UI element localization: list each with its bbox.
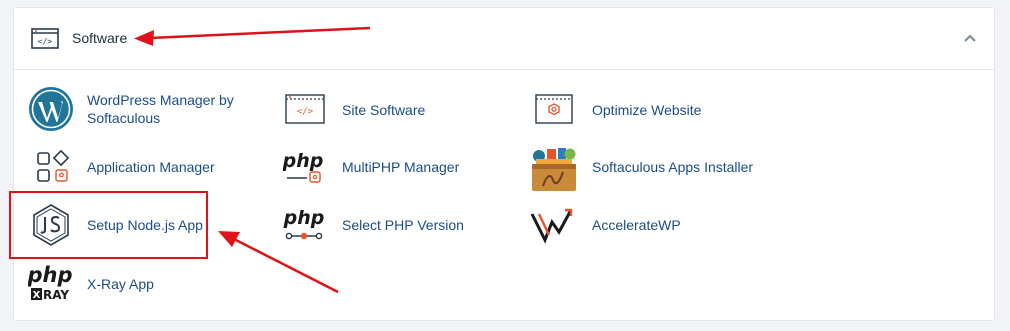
chevron-up-icon[interactable] <box>962 30 978 46</box>
php-gear-icon: php <box>283 150 323 183</box>
item-label-line2: Softaculous <box>87 110 161 126</box>
item-label: AccelerateWP <box>592 217 681 233</box>
item-select-php-version[interactable]: php Select PHP Version <box>283 202 483 248</box>
app-grid-icon <box>37 149 70 182</box>
item-optimize-website[interactable]: Optimize Website <box>533 86 733 132</box>
code-window-icon: </> <box>31 28 59 49</box>
item-label: Site Software <box>342 102 426 118</box>
softaculous-box-icon <box>532 148 576 191</box>
panel-header[interactable]: </> Software <box>14 8 994 70</box>
item-label: Select PHP Version <box>342 217 464 233</box>
svg-text:php: php <box>28 263 73 287</box>
item-label: WordPress Manager by <box>87 92 234 108</box>
svg-text:php: php <box>283 207 324 229</box>
acceleratewp-icon <box>530 208 573 244</box>
php-xray-icon: php X RAY <box>28 263 73 302</box>
item-wordpress-manager[interactable]: WordPress Manager by Softaculous <box>28 86 268 134</box>
item-xray-app[interactable]: php X RAY X-Ray App <box>28 260 198 310</box>
item-acceleratewp[interactable]: AccelerateWP <box>529 202 729 248</box>
item-label: Application Manager <box>87 159 215 175</box>
item-label: Softaculous Apps Installer <box>592 159 754 175</box>
item-label: MultiPHP Manager <box>342 159 460 175</box>
annotation-highlight-box <box>9 191 208 259</box>
code-window-icon: </> <box>285 94 325 124</box>
item-multiphp-manager[interactable]: php MultiPHP Manager <box>283 144 483 190</box>
item-label: X-Ray App <box>87 276 154 292</box>
svg-text:RAY: RAY <box>43 288 69 302</box>
item-site-software[interactable]: </> Site Software <box>283 86 483 132</box>
svg-text:</>: </> <box>297 107 314 117</box>
svg-text:X: X <box>33 290 41 301</box>
optimize-gear-icon <box>535 94 573 124</box>
svg-text:php: php <box>283 150 323 172</box>
wordpress-icon <box>29 87 73 131</box>
svg-text:</>: </> <box>38 37 53 46</box>
item-softaculous-apps-installer[interactable]: Softaculous Apps Installer <box>529 144 779 196</box>
item-label: Optimize Website <box>592 102 702 118</box>
php-slider-icon: php <box>283 207 324 240</box>
section-title: Software <box>72 30 128 46</box>
software-panel: </> Software WordPress Manager by Softac… <box>13 7 995 321</box>
item-application-manager[interactable]: Application Manager <box>28 144 258 190</box>
